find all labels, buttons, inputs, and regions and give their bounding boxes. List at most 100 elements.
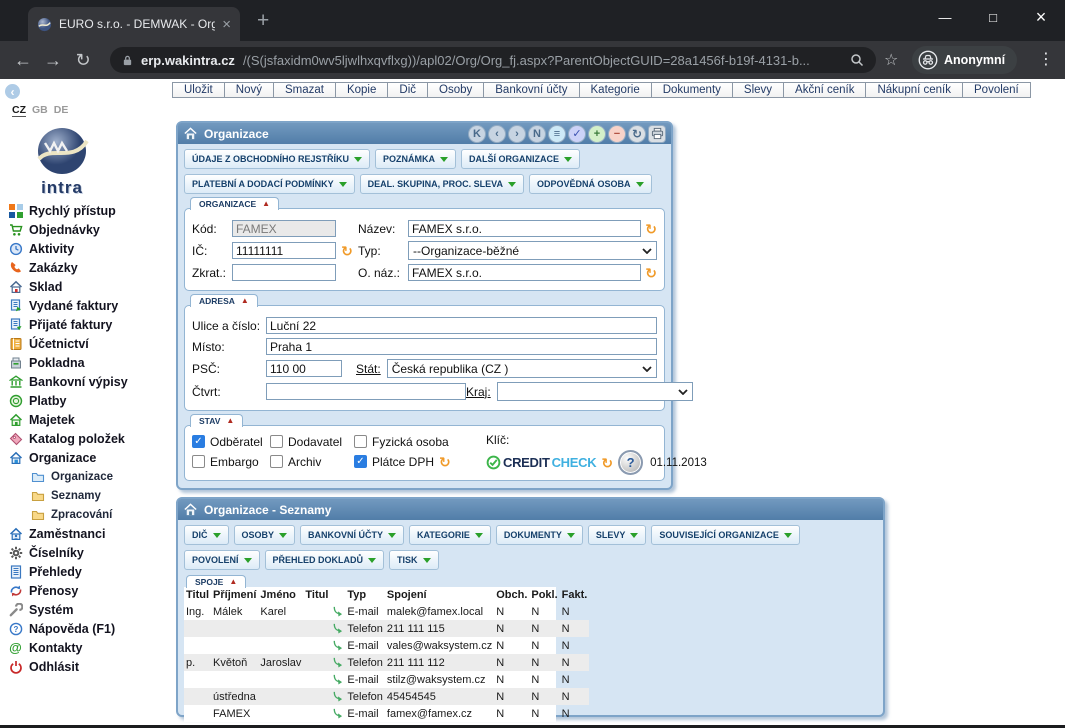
menu-odpovedna-osoba-button[interactable]: ODPOVĚDNÁ OSOBA — [529, 174, 652, 194]
back-icon[interactable]: ← — [8, 50, 38, 71]
browser-tab[interactable]: EURO s.r.o. - DEMWAK - Organiza × — [28, 7, 240, 41]
platce-dph-checkbox-box[interactable]: ✓ — [354, 455, 367, 468]
menu-povoleni-button[interactable]: POVOLENÍ — [184, 550, 260, 570]
menu-dokumenty-button[interactable]: DOKUMENTY — [496, 525, 583, 545]
refresh-dph-icon[interactable]: ↻ — [439, 455, 451, 469]
psc-field[interactable] — [266, 360, 342, 377]
section-adresa-tab[interactable]: ADRESA ▲ — [190, 294, 258, 307]
permissions-button[interactable]: Povolení — [962, 82, 1031, 98]
sidebar-item-majetek[interactable]: Majetek — [7, 410, 172, 429]
refresh-button[interactable]: ↻ — [628, 125, 646, 143]
onaz-field[interactable] — [408, 264, 641, 281]
ulice-field[interactable] — [266, 317, 657, 334]
table-row[interactable]: p.KvětoňJaroslav Telefon211 111 112NNN — [184, 654, 589, 671]
menu-dalsi-organizace-button[interactable]: DALŠÍ ORGANIZACE — [461, 149, 580, 169]
bank-accounts-button[interactable]: Bankovní účty — [483, 82, 579, 98]
browser-menu-icon[interactable]: ⋮ — [1038, 49, 1054, 69]
sidebar-subitem-seznamy[interactable]: Seznamy — [29, 486, 172, 505]
sidebar-item-system[interactable]: Systém — [7, 600, 172, 619]
menu-poznamka-button[interactable]: POZNÁMKA — [375, 149, 456, 169]
table-row[interactable]: FAMEX E-mailfamex@famex.czNNN — [184, 705, 589, 722]
address-bar[interactable]: erp.wakintra.cz/(S(jsfaxidm0wv5ljwlhxqvf… — [110, 47, 876, 73]
copy-button[interactable]: Kopie — [335, 82, 388, 98]
refresh-ic-icon[interactable]: ↻ — [341, 244, 353, 258]
checkbox-embargo[interactable]: ✓ Embargo — [192, 453, 270, 470]
menu-kategorie-button[interactable]: KATEGORIE — [409, 525, 491, 545]
embargo-checkbox-box[interactable]: ✓ — [192, 455, 205, 468]
remove-button[interactable]: − — [608, 125, 626, 143]
sidebar-item-kontakty[interactable]: @ Kontakty — [7, 638, 172, 657]
menu-souvisejici-organizace-button[interactable]: SOUVISEJÍCÍ ORGANIZACE — [651, 525, 800, 545]
creditcheck-help-button[interactable]: ? — [618, 450, 643, 475]
menu-deal-skupina-button[interactable]: DEAL. SKUPINA, PROC. SLEVA — [360, 174, 524, 194]
persons-button[interactable]: Osoby — [427, 82, 484, 98]
menu-bankovni-ucty-button[interactable]: BANKOVNÍ ÚČTY — [300, 525, 404, 545]
table-row[interactable]: E-mailstilz@waksystem.czNNN — [184, 671, 589, 688]
menu-osoby-button[interactable]: OSOBY — [234, 525, 296, 545]
new-tab-button[interactable]: + — [257, 9, 269, 33]
nazev-field[interactable] — [408, 220, 641, 237]
list-button[interactable]: ≡ — [548, 125, 566, 143]
connection-arrow-icon[interactable] — [332, 606, 343, 617]
confirm-button[interactable]: ✓ — [568, 125, 586, 143]
sidebar-item-napoveda[interactable]: ? Nápověda (F1) — [7, 619, 172, 638]
sidebar-item-rychly-pristup[interactable]: Rychlý přístup — [7, 201, 172, 220]
sidebar-item-odhlasit[interactable]: Odhlásit — [7, 657, 172, 676]
zoom-icon[interactable] — [850, 53, 864, 67]
table-row[interactable]: ústředna Telefon45454545NNN — [184, 688, 589, 705]
connection-arrow-icon[interactable] — [332, 691, 343, 702]
lang-gb[interactable]: GB — [32, 104, 48, 117]
sidebar-subitem-organizace[interactable]: Organizace — [29, 467, 172, 486]
zkrat-field[interactable] — [232, 264, 336, 281]
sidebar-item-platby[interactable]: Platby — [7, 391, 172, 410]
fyzicka-osoba-checkbox-box[interactable]: ✓ — [354, 435, 367, 448]
refresh-creditcheck-icon[interactable]: ↻ — [601, 456, 613, 470]
refresh-onaz-icon[interactable]: ↻ — [645, 266, 657, 280]
refresh-nazev-icon[interactable]: ↻ — [645, 222, 657, 236]
odberatel-checkbox-box[interactable]: ✓ — [192, 435, 205, 448]
connection-arrow-icon[interactable] — [332, 674, 343, 685]
dic-button[interactable]: Dič — [387, 82, 428, 98]
nav-last-button[interactable]: N — [528, 125, 546, 143]
sidebar-item-katalog-polozek[interactable]: Katalog položek — [7, 429, 172, 448]
save-button[interactable]: Uložit — [172, 82, 225, 98]
bookmark-star-icon[interactable]: ☆ — [884, 50, 898, 70]
menu-dic-button[interactable]: DIČ — [184, 525, 229, 545]
add-button[interactable]: + — [588, 125, 606, 143]
typ-select[interactable]: --Organizace-běžné — [408, 241, 657, 260]
menu-platebni-podminky-button[interactable]: PLATEBNÍ A DODACÍ PODMÍNKY — [184, 174, 355, 194]
sidebar-item-ucetnictvi[interactable]: Účetnictví — [7, 334, 172, 353]
action-pricelist-button[interactable]: Akční ceník — [783, 82, 866, 98]
reload-icon[interactable]: ↻ — [68, 50, 98, 71]
dodavatel-checkbox-box[interactable]: ✓ — [270, 435, 283, 448]
sidebar-item-prehledy[interactable]: Přehledy — [7, 562, 172, 581]
checkbox-archiv[interactable]: ✓ Archiv — [270, 453, 354, 470]
window-minimize-button[interactable]: — — [921, 0, 969, 34]
connection-arrow-icon[interactable] — [332, 640, 343, 651]
sidebar-item-sklad[interactable]: Sklad — [7, 277, 172, 296]
documents-button[interactable]: Dokumenty — [651, 82, 733, 98]
categories-button[interactable]: Kategorie — [579, 82, 652, 98]
window-close-button[interactable]: × — [1017, 0, 1065, 34]
archiv-checkbox-box[interactable]: ✓ — [270, 455, 283, 468]
table-row[interactable]: Telefon211 111 115NNN — [184, 620, 589, 637]
sidebar-subitem-zpracovani[interactable]: Zpracování — [29, 505, 172, 524]
menu-tisk-button[interactable]: TISK — [389, 550, 439, 570]
sidebar-item-pokladna[interactable]: Pokladna — [7, 353, 172, 372]
menu-prehled-dokladu-button[interactable]: PŘEHLED DOKLADŮ — [265, 550, 385, 570]
connection-arrow-icon[interactable] — [332, 708, 343, 719]
tab-close-icon[interactable]: × — [222, 17, 231, 32]
sidebar-item-organizace[interactable]: Organizace — [7, 448, 172, 467]
sidebar-item-vydane-faktury[interactable]: Vydané faktury — [7, 296, 172, 315]
section-stav-tab[interactable]: STAV ▲ — [190, 414, 243, 427]
ic-field[interactable] — [232, 242, 336, 259]
misto-field[interactable] — [266, 338, 657, 355]
checkbox-platce-dph[interactable]: ✓ Plátce DPH ↻ — [354, 453, 486, 470]
new-button[interactable]: Nový — [224, 82, 274, 98]
purchase-pricelist-button[interactable]: Nákupní ceník — [865, 82, 963, 98]
connection-arrow-icon[interactable] — [332, 623, 343, 634]
checkbox-odberatel[interactable]: ✓ Odběratel — [192, 433, 270, 450]
sidebar-item-objednavky[interactable]: Objednávky — [7, 220, 172, 239]
stat-select[interactable]: Česká republika (CZ ) — [387, 359, 657, 378]
delete-button[interactable]: Smazat — [273, 82, 336, 98]
